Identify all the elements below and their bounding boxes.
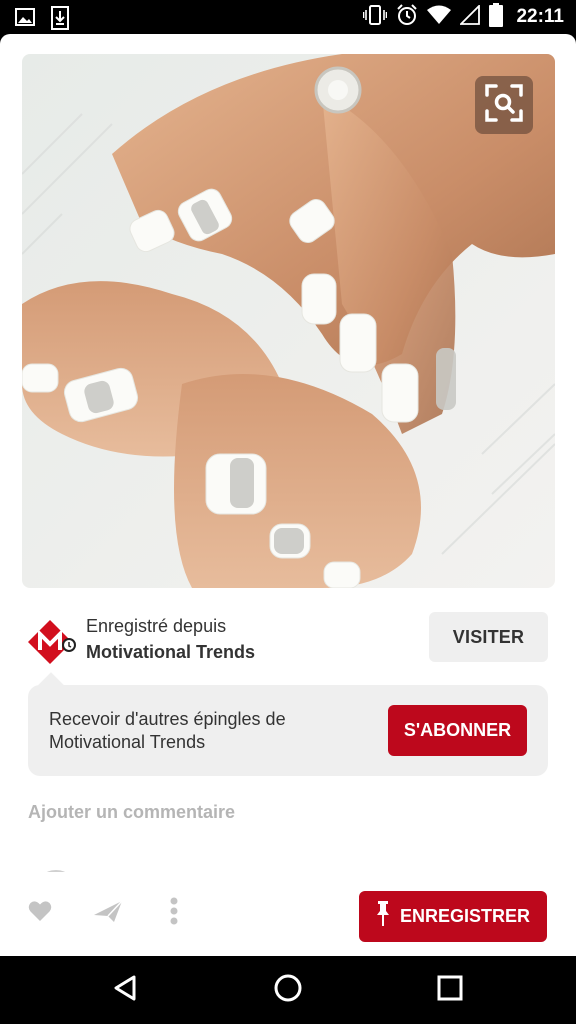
notification-icons	[14, 6, 70, 35]
back-icon	[112, 974, 138, 1007]
home-icon	[273, 973, 303, 1008]
visit-button[interactable]: VISITER	[429, 612, 548, 662]
follow-button[interactable]: S'ABONNER	[388, 705, 527, 756]
send-icon	[93, 899, 123, 928]
action-bar: ENREGISTRER	[0, 872, 576, 956]
follow-text: Recevoir d'autres épingles de Motivation…	[49, 709, 286, 752]
visual-search-button[interactable]	[475, 76, 533, 134]
source-label: Enregistré depuis	[86, 616, 227, 636]
status-bar: 22:11	[0, 0, 576, 34]
vibrate-icon	[363, 4, 388, 30]
heart-icon	[28, 900, 52, 927]
like-button[interactable]	[23, 896, 57, 930]
more-options-button[interactable]	[157, 896, 191, 930]
download-notification-icon	[50, 6, 70, 35]
cellular-signal-icon	[459, 3, 481, 30]
source-name[interactable]: Motivational Trends	[86, 638, 255, 666]
add-comment-field[interactable]: Ajouter un commentaire	[28, 802, 235, 823]
source-text: Enregistré depuis Motivational Trends	[86, 614, 255, 666]
pin-image[interactable]	[22, 54, 555, 588]
status-clock: 22:11	[516, 6, 564, 27]
wifi-icon	[427, 5, 452, 30]
home-button[interactable]	[268, 970, 308, 1010]
recents-icon	[437, 975, 463, 1006]
follow-box-pointer	[38, 672, 64, 698]
alarm-icon	[396, 3, 418, 31]
pin-source: Enregistré depuis Motivational Trends VI…	[28, 610, 548, 666]
pin-icon	[376, 901, 390, 932]
nail-art-photo	[22, 54, 555, 588]
save-button-label: ENREGISTRER	[399, 906, 531, 926]
back-button[interactable]	[105, 970, 145, 1010]
source-logo-icon[interactable]	[28, 618, 76, 666]
send-button[interactable]	[91, 896, 125, 930]
pin-closeup-card: Enregistré depuis Motivational Trends VI…	[0, 34, 576, 956]
more-vertical-icon	[169, 897, 179, 930]
visual-search-icon	[484, 83, 524, 128]
recents-button[interactable]	[430, 970, 470, 1010]
save-button[interactable]: ENREGISTRER	[359, 891, 547, 942]
image-notification-icon	[14, 6, 36, 35]
battery-icon	[489, 2, 504, 32]
system-navigation-bar	[0, 956, 576, 1024]
follow-suggestion: Recevoir d'autres épingles de Motivation…	[28, 672, 548, 776]
